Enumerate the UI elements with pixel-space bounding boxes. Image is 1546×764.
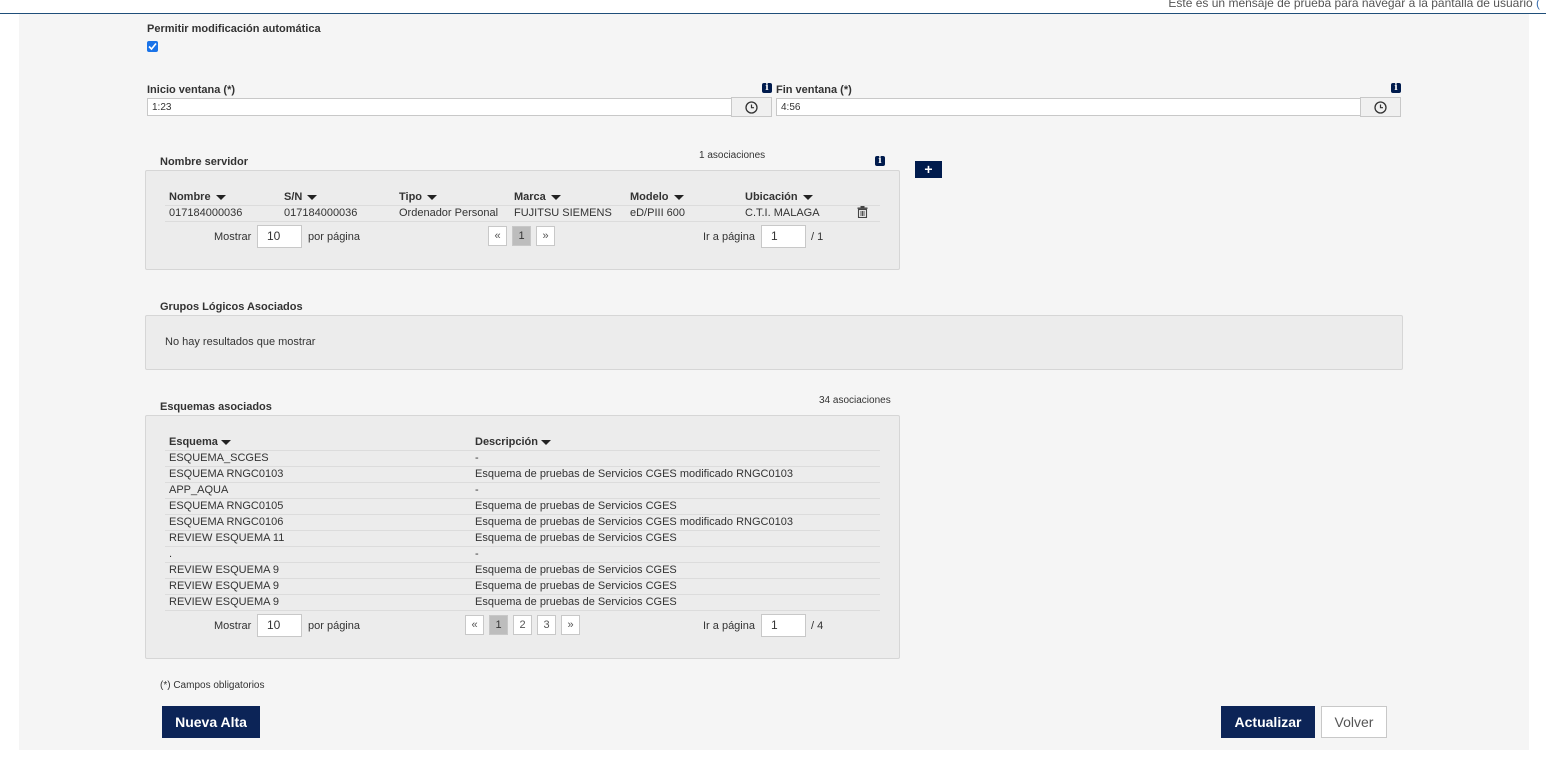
scheme-cell-esquema: REVIEW ESQUEMA 11: [169, 532, 285, 544]
scheme-cell-descripcion: -: [475, 484, 479, 496]
server-cell-ubicacion: C.T.I. MALAGA: [745, 207, 820, 219]
required-note: (*) Campos obligatorios: [160, 680, 265, 691]
servers-prev-page[interactable]: «: [488, 226, 507, 246]
schemes-table-box: Esquema Descripción ESQUEMA_SCGES - ESQUEM…: [145, 415, 900, 659]
row-divider: [165, 546, 880, 547]
back-button[interactable]: Volver: [1321, 706, 1387, 738]
row-divider: [165, 514, 880, 515]
col-header-ubicacion[interactable]: Ubicación: [745, 191, 813, 203]
servers-per-page-input[interactable]: 10: [257, 225, 302, 248]
schemes-show-label: Mostrar: [214, 620, 252, 632]
scheme-cell-descripcion: Esquema de pruebas de Servicios CGES mod…: [475, 468, 793, 480]
scheme-cell-esquema: APP_AQUA: [169, 484, 229, 496]
scheme-cell-esquema: ESQUEMA RNGC0103: [169, 468, 284, 480]
servers-total-pages: / 1: [811, 231, 824, 243]
scheme-cell-esquema: REVIEW ESQUEMA 9: [169, 564, 280, 576]
server-cell-modelo: eD/PIII 600: [630, 207, 686, 219]
col-header-nombre[interactable]: Nombre: [169, 191, 226, 203]
scheme-cell-esquema: REVIEW ESQUEMA 9: [169, 580, 280, 592]
logical-groups-box: No hay resultados que mostrar: [145, 315, 1403, 370]
server-cell-tipo: Ordenador Personal: [399, 207, 499, 219]
row-divider: [165, 594, 880, 595]
row-divider: [165, 610, 880, 611]
scheme-cell-descripcion: Esquema de pruebas de Servicios CGES: [475, 500, 677, 512]
schemes-goto-label: Ir a página: [703, 620, 755, 632]
servers-info-icon[interactable]: i: [875, 156, 885, 166]
window-start-clock-button[interactable]: [731, 97, 772, 117]
scheme-cell-descripcion: -: [475, 548, 479, 560]
row-divider: [165, 530, 880, 531]
schemes-count: 34 asociaciones: [819, 395, 891, 406]
trash-icon[interactable]: [857, 206, 868, 221]
window-end-info-icon[interactable]: i: [1391, 83, 1401, 93]
schemes-title: Esquemas asociados: [160, 401, 272, 413]
row-divider: [165, 450, 880, 451]
col-header-modelo[interactable]: Modelo: [630, 191, 684, 203]
row-divider: [165, 466, 880, 467]
form-panel: Permitir modificación automática Inicio …: [19, 14, 1529, 750]
window-start-input[interactable]: 1:23: [147, 98, 732, 116]
servers-goto-input[interactable]: 1: [761, 225, 806, 248]
new-button[interactable]: Nueva Alta: [162, 706, 260, 738]
clock-icon: [1374, 101, 1387, 114]
schemes-next-page[interactable]: »: [561, 615, 580, 635]
server-cell-sn: 017184000036: [284, 207, 358, 219]
servers-next-page[interactable]: »: [536, 226, 555, 246]
window-end-input[interactable]: 4:56: [776, 98, 1361, 116]
col-header-sn[interactable]: S/N: [284, 191, 318, 203]
logical-groups-empty: No hay resultados que mostrar: [165, 336, 316, 348]
scheme-cell-esquema: ESQUEMA RNGC0105: [169, 500, 284, 512]
scheme-cell-esquema: ESQUEMA_SCGES: [169, 452, 269, 464]
servers-goto-label: Ir a página: [703, 231, 755, 243]
update-button[interactable]: Actualizar: [1221, 706, 1315, 738]
server-cell-nombre: 017184000036: [169, 207, 243, 219]
scheme-cell-descripcion: Esquema de pruebas de Servicios CGES: [475, 532, 677, 544]
window-start-info-icon[interactable]: i: [762, 83, 772, 93]
check-icon: [148, 42, 157, 51]
row-divider: [165, 205, 880, 206]
col-header-esquema[interactable]: Esquema: [169, 436, 231, 448]
row-divider: [165, 498, 880, 499]
window-end-label: Fin ventana (*): [776, 84, 852, 96]
schemes-total-pages: / 4: [811, 620, 824, 632]
scheme-cell-esquema: ESQUEMA RNGC0106: [169, 516, 284, 528]
servers-show-label: Mostrar: [214, 231, 252, 243]
schemes-per-page-input[interactable]: 10: [257, 614, 302, 637]
schemes-goto-input[interactable]: 1: [761, 614, 806, 637]
col-header-tipo[interactable]: Tipo: [399, 191, 438, 203]
window-start-label: Inicio ventana (*): [147, 84, 236, 96]
scheme-cell-descripcion: -: [475, 452, 479, 464]
auto-modify-label: Permitir modificación automática: [147, 23, 321, 35]
schemes-page-2[interactable]: 2: [513, 615, 532, 635]
scheme-cell-descripcion: Esquema de pruebas de Servicios CGES: [475, 580, 677, 592]
clock-icon: [745, 101, 758, 114]
add-server-button[interactable]: +: [915, 161, 942, 178]
scheme-cell-esquema: .: [169, 548, 173, 560]
row-divider: [165, 562, 880, 563]
row-divider: [165, 221, 880, 222]
col-header-descripcion[interactable]: Descripción: [475, 436, 551, 448]
servers-count: 1 asociaciones: [699, 150, 766, 161]
schemes-page-3[interactable]: 3: [537, 615, 556, 635]
scheme-cell-esquema: REVIEW ESQUEMA 9: [169, 596, 280, 608]
col-header-marca[interactable]: Marca: [514, 191, 561, 203]
top-message[interactable]: Este es un mensaje de prueba para navega…: [1168, 0, 1540, 10]
servers-page-1[interactable]: 1: [512, 226, 531, 246]
schemes-per-page-label: por página: [308, 620, 360, 632]
schemes-prev-page[interactable]: «: [465, 615, 484, 635]
auto-modify-checkbox[interactable]: [147, 41, 158, 52]
window-end-clock-button[interactable]: [1360, 97, 1401, 117]
row-divider: [165, 578, 880, 579]
servers-per-page-label: por página: [308, 231, 360, 243]
row-divider: [165, 482, 880, 483]
scheme-cell-descripcion: Esquema de pruebas de Servicios CGES mod…: [475, 516, 793, 528]
servers-title: Nombre servidor: [160, 156, 249, 168]
logical-groups-title: Grupos Lógicos Asociados: [160, 301, 303, 313]
scheme-cell-descripcion: Esquema de pruebas de Servicios CGES: [475, 564, 677, 576]
scheme-cell-descripcion: Esquema de pruebas de Servicios CGES: [475, 596, 677, 608]
servers-table-box: Nombre S/N Tipo Marca Modelo Ubicación 0…: [145, 170, 900, 270]
schemes-page-1[interactable]: 1: [489, 615, 508, 635]
server-cell-marca: FUJITSU SIEMENS: [514, 207, 612, 219]
